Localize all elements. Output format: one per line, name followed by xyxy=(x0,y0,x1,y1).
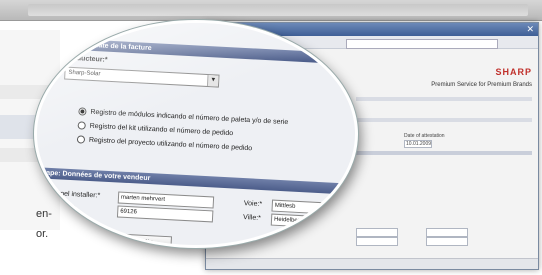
installer-label: Solar panel installer:* xyxy=(34,189,101,200)
bg-date-label: Date of attestation xyxy=(404,133,445,139)
bg-field xyxy=(426,237,468,246)
bg-row xyxy=(356,151,532,155)
ville-input[interactable]: Heidelberg xyxy=(270,213,336,229)
bg-field xyxy=(356,228,398,237)
close-icon: ✕ xyxy=(526,24,534,34)
voie-label: Voie:* xyxy=(243,200,263,209)
bg-row xyxy=(356,97,532,101)
producer-label: Producteur:* xyxy=(65,54,108,64)
radio-label: Registro del proyecto utilizando el núme… xyxy=(88,136,253,153)
bg-field xyxy=(356,237,398,246)
section2-header: 2. étape: Données de votre vendeur xyxy=(34,166,353,195)
lens-content: Producteur et la date de la facture Prod… xyxy=(34,23,355,245)
ville-label: Ville:* xyxy=(242,214,262,222)
top-banner xyxy=(0,0,542,21)
bg-row xyxy=(356,118,532,122)
magnifier-lens: Producteur et la date de la facture Prod… xyxy=(34,20,358,248)
bg-date-field: 10.01.2009 xyxy=(404,140,432,148)
back-button[interactable] xyxy=(55,232,99,245)
bg-date-value: 10.01.2009 xyxy=(406,141,432,147)
radio-button[interactable] xyxy=(78,107,87,116)
section2-title: 2. étape: Données de votre vendeur xyxy=(34,168,151,183)
postal-label: Code postal:* xyxy=(34,203,76,213)
producer-select-value: Sharp-Solar xyxy=(68,69,101,78)
brand-subtitle: Premium Service for Premium Brands xyxy=(431,82,532,88)
next-button[interactable]: Suite xyxy=(117,233,173,245)
brand-logo: SHARP xyxy=(495,67,532,77)
radio-option-project[interactable]: Registro del proyecto utilizando el núme… xyxy=(76,135,253,153)
top-banner-bar xyxy=(28,4,528,16)
producer-select[interactable]: Sharp-Solar ▼ xyxy=(64,66,220,88)
section1-title: Producteur et la date de la facture xyxy=(38,39,152,53)
chevron-down-icon[interactable]: ▼ xyxy=(206,74,219,87)
radio-button[interactable] xyxy=(77,121,86,130)
radio-option-kit[interactable]: Registro del kit utilizando el número de… xyxy=(77,121,233,137)
bg-field xyxy=(426,228,468,237)
bg-address-bar xyxy=(346,39,498,49)
radio-label: Registro del kit utilizando el número de… xyxy=(89,122,234,138)
voie-input[interactable]: Mittlesb xyxy=(271,199,336,215)
bg-status-bar xyxy=(206,258,538,269)
radio-button[interactable] xyxy=(76,135,86,144)
postal-input[interactable]: 69126 xyxy=(116,205,214,223)
